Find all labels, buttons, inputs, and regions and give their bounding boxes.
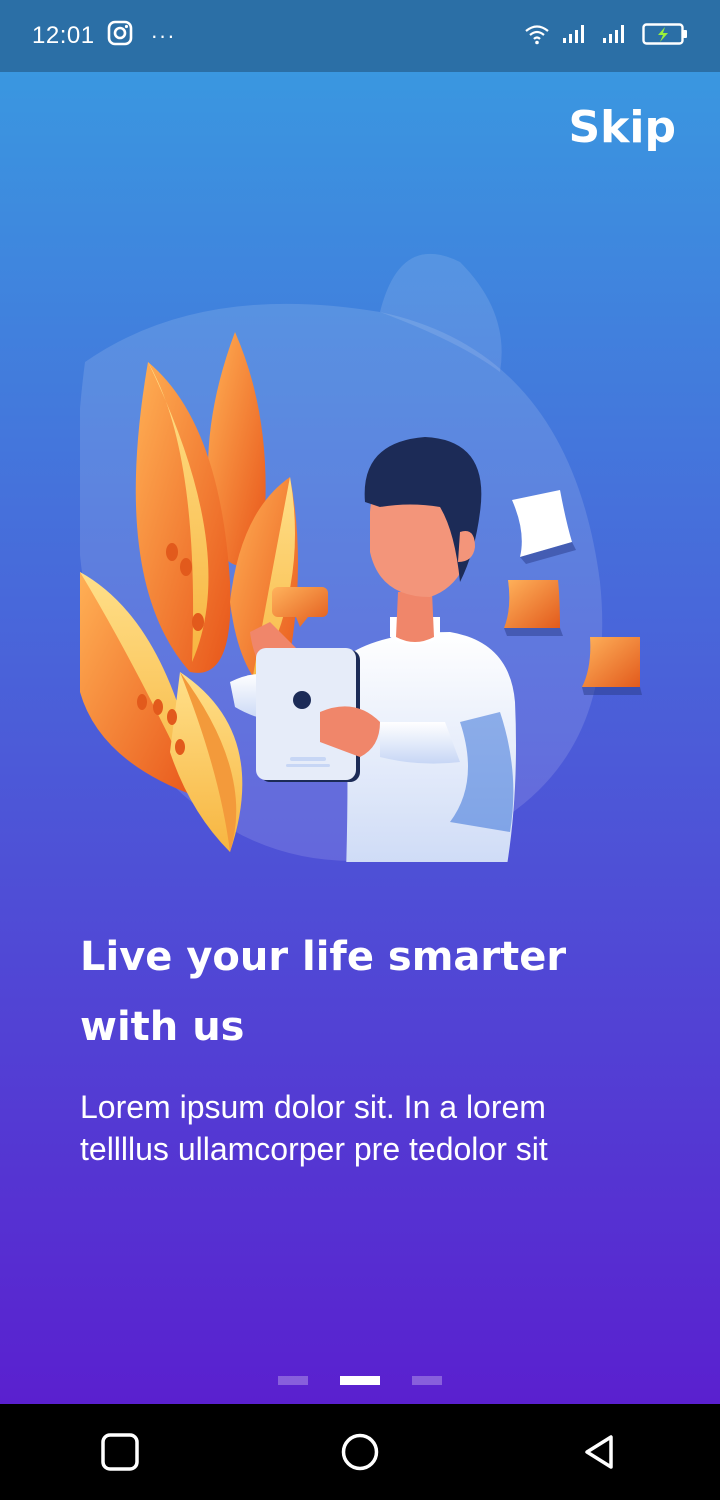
- status-left: 12:01 ···: [32, 20, 176, 53]
- recents-button[interactable]: [90, 1422, 150, 1482]
- battery-charging-icon: [642, 22, 688, 51]
- system-nav-bar: [0, 1404, 720, 1500]
- headline-line-1: Live your life smarter: [80, 934, 567, 980]
- onboarding-headline: Live your life smarter with us: [80, 922, 640, 1062]
- page-indicator: [278, 1376, 442, 1385]
- note-orange: [504, 580, 560, 628]
- back-triangle-icon: [585, 1435, 613, 1469]
- note-orange-right: [582, 637, 640, 687]
- onboarding-content: Skip Live your life smarter with us Lore…: [0, 72, 720, 1404]
- back-button[interactable]: [570, 1422, 630, 1482]
- page-indicator-dot-3[interactable]: [412, 1376, 442, 1385]
- skip-button[interactable]: Skip: [568, 102, 676, 153]
- signal-icon: [602, 23, 630, 50]
- status-right: [524, 22, 688, 51]
- page-indicator-dot-2-active[interactable]: [340, 1376, 380, 1385]
- home-circle-icon: [341, 1433, 379, 1471]
- status-bar: 12:01 ···: [0, 0, 720, 72]
- onboarding-description: Lorem ipsum dolor sit. In a lorem tellll…: [80, 1086, 660, 1170]
- description-line-1: Lorem ipsum dolor sit. In a lorem: [80, 1089, 546, 1125]
- instagram-icon: [107, 20, 133, 53]
- onboarding-screen: 12:01 ··· Skip Live your life smarter wi…: [0, 0, 720, 1500]
- onboarding-illustration: [80, 253, 642, 862]
- description-line-2: tellllus ullamcorper pre tedolor sit: [80, 1131, 548, 1167]
- status-overflow: ···: [150, 23, 176, 48]
- page-indicator-dot-1[interactable]: [278, 1376, 308, 1385]
- headline-line-2: with us: [80, 1004, 245, 1050]
- status-time: 12:01: [32, 22, 95, 49]
- wifi-icon: [524, 23, 550, 50]
- home-button[interactable]: [330, 1422, 390, 1482]
- recents-square-icon: [101, 1433, 139, 1471]
- signal-icon: [562, 23, 590, 50]
